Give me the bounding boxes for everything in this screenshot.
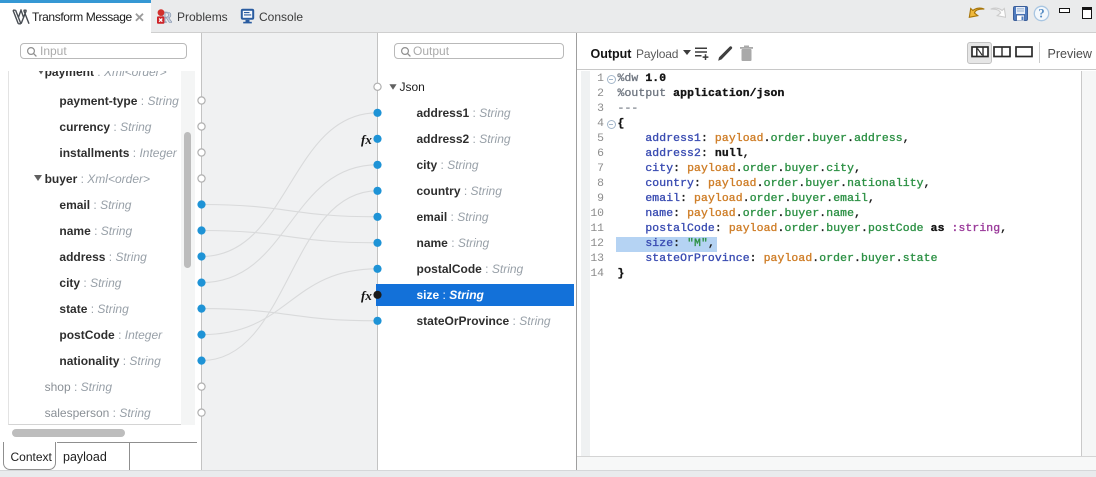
svg-text:?: ?	[1038, 7, 1044, 21]
